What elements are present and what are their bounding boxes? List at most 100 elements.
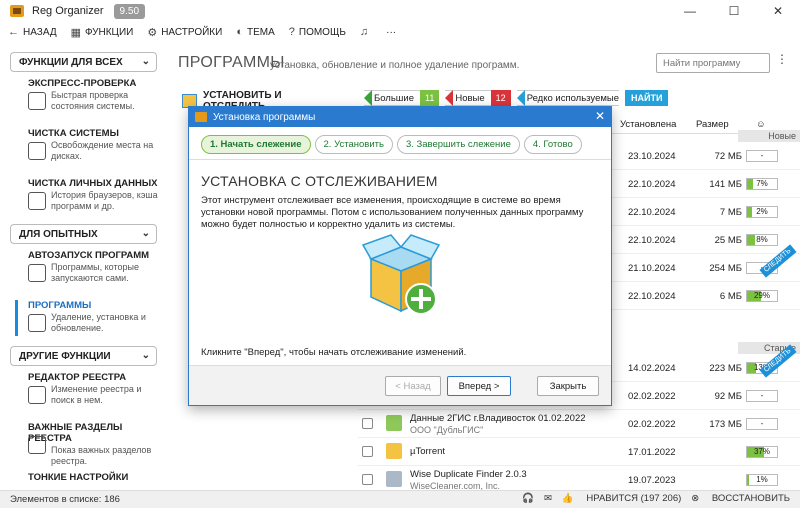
help-icon: ? xyxy=(288,26,295,38)
chevron-down-icon: ⌄ xyxy=(141,56,150,67)
step-start-tracking: 1. Начать слежение xyxy=(201,135,311,154)
broom-icon xyxy=(28,142,46,160)
row-checkbox[interactable] xyxy=(362,418,373,429)
dialog-title-bar: Установка программы ✕ xyxy=(189,107,611,127)
sidebar-item-tweaks[interactable]: ТОНКИЕ НАСТРОЙКИ xyxy=(18,466,165,486)
registry-icon xyxy=(28,386,46,404)
search-input[interactable] xyxy=(656,53,770,73)
dialog-hint: Кликните "Вперед", чтобы начать отслежив… xyxy=(201,347,467,358)
dialog-footer: < Назад Вперед > Закрыть xyxy=(189,365,611,405)
rating-bar: 37% xyxy=(746,446,778,458)
dialog-heading: УСТАНОВКА С ОТСЛЕЖИВАНИЕМ xyxy=(201,173,438,189)
grid-icon: ▦ xyxy=(70,26,81,39)
item-count: Элементов в списке: 186 xyxy=(10,494,120,505)
notifications-button[interactable]: ♫ xyxy=(360,26,372,38)
count-badge: 12 xyxy=(490,90,511,106)
find-button[interactable]: НАЙТИ xyxy=(625,90,669,106)
rating-bar: - xyxy=(746,150,778,162)
page-subtitle: установка, обновление и полное удаление … xyxy=(270,60,520,71)
sidebar-item-programs[interactable]: ПРОГРАММЫ Удаление, установка и обновлен… xyxy=(15,294,165,344)
more-button[interactable]: ··· xyxy=(386,27,396,38)
sidebar: ФУНКЦИИ ДЛЯ ВСЕХ ⌄ ЭКСПРЕСС-ПРОВЕРКА Быст… xyxy=(0,44,165,490)
close-window-button[interactable]: ✕ xyxy=(756,0,800,22)
chat-icon[interactable]: ✉ xyxy=(544,493,552,504)
sidebar-item-system-clean[interactable]: ЧИСТКА СИСТЕМЫ Освобождение места на дис… xyxy=(18,122,165,172)
sidebar-group-advanced[interactable]: ДЛЯ ОПЫТНЫХ ⌄ xyxy=(10,224,157,244)
dialog-app-icon xyxy=(195,112,207,122)
programs-icon xyxy=(28,314,46,332)
rating-bar: 8% xyxy=(746,234,778,246)
gear-icon: ⚙ xyxy=(147,26,158,39)
program-icon xyxy=(386,415,402,431)
rating-bar: - xyxy=(746,390,778,402)
like-button[interactable]: 👍 НРАВИТСЯ (197 206) xyxy=(562,493,681,504)
step-install: 2. Установить xyxy=(314,135,393,154)
help-button[interactable]: ? ПОМОЩЬ xyxy=(289,26,346,38)
bell-icon: ♫ xyxy=(359,26,369,38)
window-controls: — ☐ ✕ xyxy=(668,0,800,22)
registry-sections-icon xyxy=(28,436,46,454)
app-logo-icon xyxy=(10,5,24,17)
palette-icon: ◐ xyxy=(236,26,243,38)
rating-bar: 1% xyxy=(746,474,778,486)
users-icon[interactable]: ☺ xyxy=(756,119,766,130)
section-new: Новые xyxy=(738,130,800,142)
sidebar-item-important-registry[interactable]: ВАЖНЫЕ РАЗДЕЛЫ РЕЕСТРА Показ важных разд… xyxy=(18,416,165,466)
dialog-close-icon[interactable]: ✕ xyxy=(595,109,605,123)
next-step-button[interactable]: Вперед > xyxy=(447,376,511,396)
toolbar: ← НАЗАД ▦ ФУНКЦИИ ⚙ НАСТРОЙКИ ◐ ТЕМА ? ПОМОЩЬ… xyxy=(0,22,800,42)
sidebar-item-privacy-clean[interactable]: ЧИСТКА ЛИЧНЫХ ДАННЫХ История браузеров, … xyxy=(18,172,165,222)
autorun-icon xyxy=(28,264,46,282)
table-row[interactable]: µTorrent 17.01.2022 37% xyxy=(358,438,800,466)
program-icon xyxy=(386,443,402,459)
back-step-button[interactable]: < Назад xyxy=(385,376,441,396)
col-size[interactable]: Размер xyxy=(696,119,729,130)
functions-button[interactable]: ▦ ФУНКЦИИ xyxy=(71,26,134,39)
restore-button[interactable]: ⊗ ВОССТАНОВИТЬ xyxy=(691,493,790,504)
filter-bar: Большие 11 Новые 12 Редко используемые НАЙ… xyxy=(364,90,669,106)
sidebar-item-registry-editor[interactable]: РЕДАКТОР РЕЕСТРА Изменение реестра и пои… xyxy=(18,366,165,416)
express-check-icon xyxy=(28,92,46,110)
filter-big[interactable]: Большие 11 xyxy=(364,90,440,106)
step-finish-tracking: 3. Завершить слежение xyxy=(396,135,520,154)
row-checkbox[interactable] xyxy=(362,446,373,457)
app-title: Reg Organizer xyxy=(32,5,104,17)
filter-new[interactable]: Новые 12 xyxy=(445,90,511,106)
col-installed[interactable]: Установлена xyxy=(620,119,676,130)
title-bar: Reg Organizer 9.50 — ☐ ✕ xyxy=(0,0,800,22)
minimize-button[interactable]: — xyxy=(668,0,712,22)
back-button[interactable]: ← НАЗАД xyxy=(8,26,57,38)
more-options-icon[interactable]: ⋮ xyxy=(776,52,788,66)
row-checkbox[interactable] xyxy=(362,474,373,485)
status-bar: Элементов в списке: 186 🎧 ✉ 👍 НРАВИТСЯ (… xyxy=(0,490,800,508)
privacy-icon xyxy=(28,192,46,210)
theme-button[interactable]: ◐ ТЕМА xyxy=(236,26,274,38)
settings-button[interactable]: ⚙ НАСТРОЙКИ xyxy=(147,26,222,39)
step-done: 4. Готово xyxy=(523,135,582,154)
filter-rare[interactable]: Редко используемые xyxy=(516,90,619,106)
rating-bar: 7% xyxy=(746,178,778,190)
arrow-left-icon: ← xyxy=(8,26,19,38)
install-dialog: Установка программы ✕ 1. Начать слежение… xyxy=(188,106,612,406)
dialog-description: Этот инструмент отслеживает все изменени… xyxy=(201,195,584,230)
headset-icon[interactable]: 🎧 xyxy=(522,493,534,504)
install-box-plus-icon xyxy=(361,234,441,315)
rating-bar: 29% xyxy=(746,290,778,302)
chevron-down-icon: ⌄ xyxy=(141,350,150,361)
dialog-title: Установка программы xyxy=(213,111,316,123)
count-badge: 11 xyxy=(420,90,440,106)
program-icon xyxy=(386,471,402,487)
page-title: ПРОГРАММЫ xyxy=(178,54,285,71)
app-version-badge: 9.50 xyxy=(113,3,146,19)
chevron-down-icon: ⌄ xyxy=(141,228,150,239)
rating-bar: 2% xyxy=(746,206,778,218)
wizard-steps: 1. Начать слежение 2. Установить 3. Заве… xyxy=(201,135,586,154)
sidebar-group-for-all[interactable]: ФУНКЦИИ ДЛЯ ВСЕХ ⌄ xyxy=(10,52,157,72)
rating-bar: - xyxy=(746,418,778,430)
close-dialog-button[interactable]: Закрыть xyxy=(537,376,599,396)
sidebar-item-autorun[interactable]: АВТОЗАПУСК ПРОГРАММ Программы, которые з… xyxy=(18,244,165,294)
maximize-button[interactable]: ☐ xyxy=(712,0,756,22)
table-row[interactable]: Данные 2ГИС г.Владивосток 01.02.2022 ООО… xyxy=(358,410,800,438)
sidebar-group-other[interactable]: ДРУГИЕ ФУНКЦИИ ⌄ xyxy=(10,346,157,366)
sidebar-item-express-check[interactable]: ЭКСПРЕСС-ПРОВЕРКА Быстрая проверка состо… xyxy=(18,72,165,122)
